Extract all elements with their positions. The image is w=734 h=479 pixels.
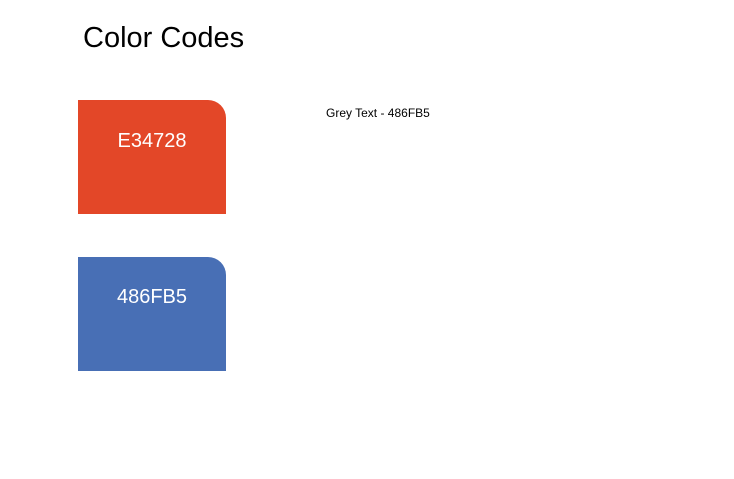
page-title: Color Codes (83, 22, 245, 54)
swatch-code-label: E34728 (117, 130, 187, 152)
grey-text-note: Grey Text - 486FB5 (326, 106, 430, 120)
color-swatch-red: E34728 (78, 100, 226, 214)
swatch-code-label: 486FB5 (116, 286, 188, 308)
color-swatch-blue: 486FB5 (78, 257, 226, 371)
